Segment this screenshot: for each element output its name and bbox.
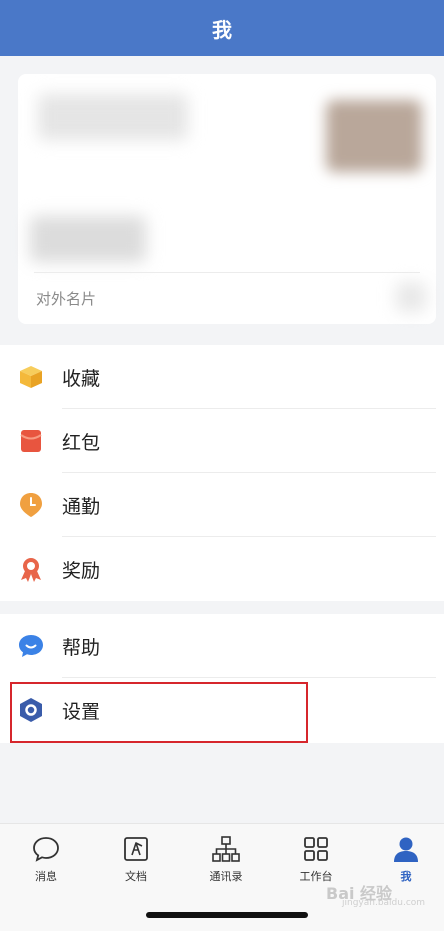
menu-item-favorites[interactable]: 收藏: [0, 345, 444, 409]
qr-code-icon[interactable]: [396, 282, 426, 312]
menu-item-label: 红包: [62, 431, 101, 454]
red-envelope-icon: [20, 430, 42, 452]
hexagon-settings-icon: [20, 698, 42, 722]
menu-item-help[interactable]: 帮助: [0, 614, 444, 678]
tab-contacts[interactable]: 通讯录: [191, 834, 261, 894]
message-bubble-icon: [33, 837, 59, 862]
document-icon: [124, 837, 148, 861]
tab-label: 通讯录: [209, 870, 243, 883]
tab-messages[interactable]: 消息: [11, 834, 81, 894]
menu-item-rewards[interactable]: 奖励: [0, 537, 444, 601]
avatar[interactable]: [326, 100, 422, 172]
menu-item-label: 帮助: [62, 636, 101, 659]
page-title: 我: [212, 17, 232, 42]
menu-group-support: 帮助 设置: [0, 614, 444, 743]
blurred-user-info: [30, 216, 146, 262]
box-icon: [20, 366, 42, 388]
award-medal-icon: [21, 558, 41, 582]
person-icon: [394, 837, 418, 862]
watermark-url: jingyan.baidu.com: [342, 898, 426, 908]
menu-item-label: 奖励: [62, 559, 101, 582]
chat-bubble-icon: [19, 635, 43, 657]
tab-label: 消息: [35, 870, 57, 883]
grid-icon: [304, 837, 328, 861]
top-header: 我: [0, 0, 444, 56]
clock-pin-icon: [20, 493, 42, 517]
blurred-user-name: [38, 94, 188, 140]
menu-group-main: 收藏 红包 通勤 奖励: [0, 345, 444, 601]
card-divider: [34, 272, 420, 273]
menu-item-label: 设置: [62, 700, 101, 723]
menu-item-settings[interactable]: 设置: [0, 678, 444, 742]
tab-label: 我: [400, 870, 412, 883]
business-card-label[interactable]: 对外名片: [36, 288, 96, 309]
menu-item-commute[interactable]: 通勤: [0, 473, 444, 537]
tab-label: 文档: [125, 870, 147, 883]
menu-item-label: 收藏: [62, 367, 101, 390]
home-indicator: [146, 912, 308, 918]
org-chart-icon: [212, 836, 240, 862]
profile-card[interactable]: 对外名片: [18, 74, 436, 324]
menu-item-label: 通勤: [62, 495, 101, 518]
menu-item-red-envelope[interactable]: 红包: [0, 409, 444, 473]
tab-documents[interactable]: 文档: [101, 834, 171, 894]
